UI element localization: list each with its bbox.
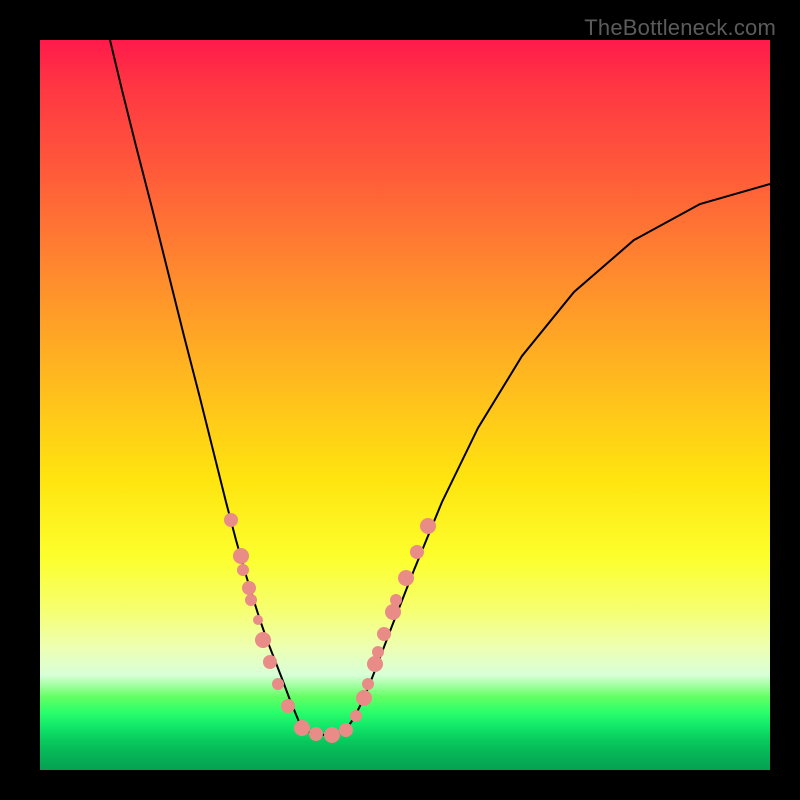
sample-dot [253,615,263,625]
sample-dots-group [224,513,436,743]
sample-dot [377,627,391,641]
sample-dot [385,604,401,620]
sample-dot [398,570,414,586]
sample-dot [410,545,424,559]
curve-right-branch [345,184,770,731]
sample-dot [245,594,257,606]
curve-left-branch [110,40,302,729]
chart-frame: TheBottleneck.com [0,0,800,800]
sample-dot [281,699,295,713]
sample-dot [224,513,238,527]
sample-dot [233,548,249,564]
sample-dot [372,646,384,658]
chart-svg [40,40,770,770]
sample-dot [390,594,402,606]
sample-dot [339,723,353,737]
sample-dot [237,564,249,576]
plot-area [40,40,770,770]
sample-dot [356,690,372,706]
sample-dot [324,727,340,743]
sample-dot [420,518,436,534]
sample-dot [294,720,310,736]
sample-dot [367,656,383,672]
sample-dot [350,710,362,722]
watermark-text: TheBottleneck.com [584,15,776,41]
sample-dot [272,678,284,690]
sample-dot [255,632,271,648]
sample-dot [309,727,323,741]
sample-dot [242,581,256,595]
sample-dot [362,678,374,690]
sample-dot [263,655,277,669]
